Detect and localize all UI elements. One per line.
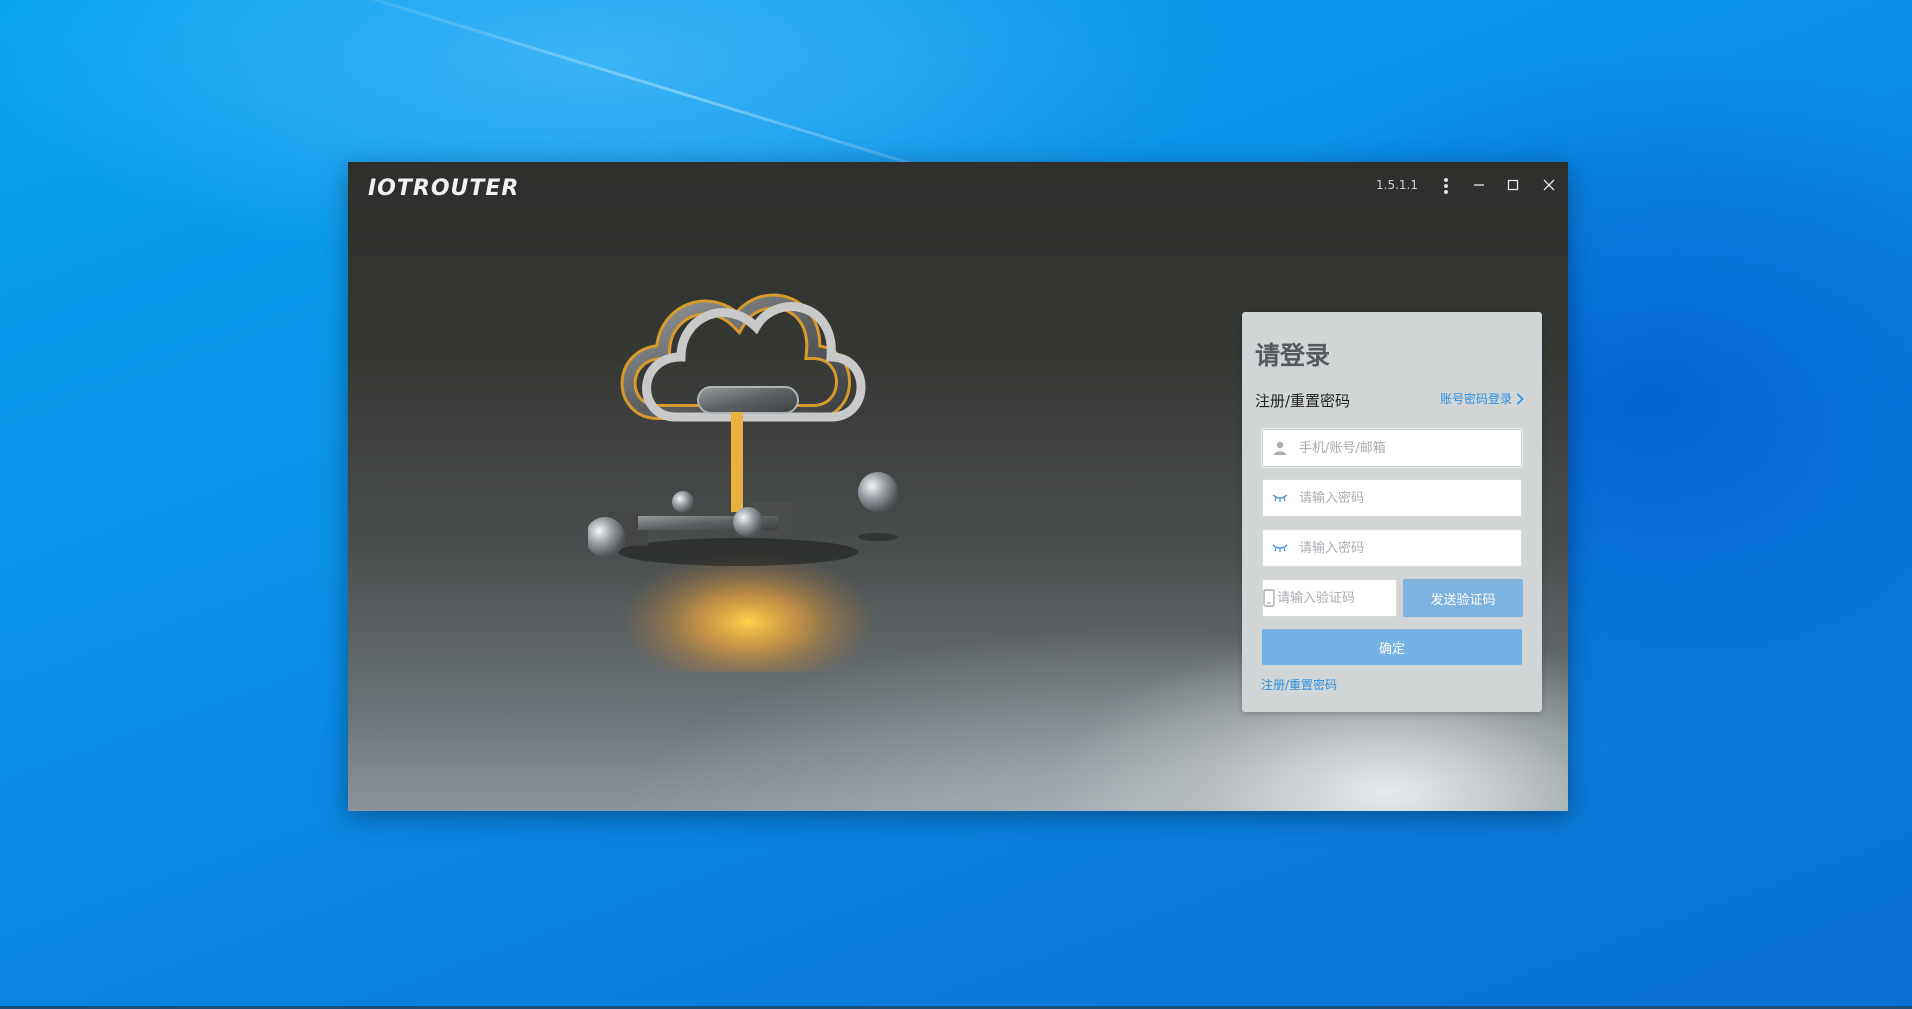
confirm-password-field	[1262, 529, 1522, 567]
app-window: IOTROUTER 1.5.1.1 请登录 注册/重置密码 账号密码登录 手机/…	[348, 162, 1568, 811]
switch-link-label: 账号密码登录	[1439, 392, 1512, 406]
confirm-password-input[interactable]	[1297, 532, 1521, 564]
chevron-right-icon	[1516, 392, 1524, 405]
user-icon	[1263, 440, 1297, 456]
login-title: 请登录	[1255, 341, 1331, 370]
password-input[interactable]	[1297, 482, 1521, 514]
account-field	[1262, 429, 1522, 467]
version-label: 1.5.1.1	[1376, 178, 1418, 192]
account-input[interactable]	[1297, 432, 1521, 464]
confirm-button[interactable]: 确定	[1262, 629, 1522, 665]
phone-icon	[1263, 589, 1275, 607]
maximize-button[interactable]	[1500, 174, 1526, 198]
minimize-button[interactable]	[1466, 174, 1492, 198]
vertical-dots-icon-dot	[1444, 190, 1448, 194]
account-password-login-link[interactable]: 账号密码登录	[1440, 390, 1524, 407]
vertical-dots-icon-dot	[1444, 184, 1448, 188]
login-panel: 请登录 注册/重置密码 账号密码登录 手机/账号/邮箱 请输入验证码 发送验证码…	[1242, 312, 1542, 712]
close-icon	[1543, 179, 1555, 191]
send-code-button[interactable]: 发送验证码	[1403, 579, 1523, 617]
vertical-dots-icon	[1444, 178, 1448, 182]
verification-code-field	[1262, 579, 1449, 617]
register-reset-link[interactable]: 注册/重置密码	[1261, 676, 1337, 693]
maximize-icon	[1507, 179, 1519, 191]
app-logo: IOTROUTER	[368, 176, 520, 201]
closed-eye-icon	[1263, 543, 1297, 553]
login-subtitle: 注册/重置密码	[1255, 392, 1351, 410]
close-button[interactable]	[1536, 174, 1562, 198]
cloud-network-illustration	[588, 293, 898, 672]
password-field	[1262, 479, 1522, 517]
menu-button[interactable]	[1440, 176, 1452, 196]
closed-eye-icon	[1263, 493, 1297, 503]
minimize-icon	[1474, 184, 1484, 186]
